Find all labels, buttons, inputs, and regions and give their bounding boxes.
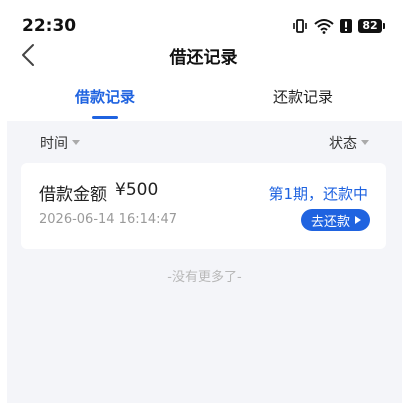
record-card[interactable]: 借款金额 ¥500 2026-06-14 16:14:47 第1期，还款中 去还…: [21, 163, 386, 249]
battery-level: 82: [358, 19, 382, 33]
alert-icon: [340, 19, 352, 33]
battery-icon: 82: [358, 19, 385, 33]
caret-down-icon: [361, 140, 369, 145]
status-filter-label: 状态: [329, 136, 357, 152]
page-title: 借还记录: [169, 48, 238, 68]
time-filter[interactable]: 时间: [40, 133, 80, 153]
status-filter[interactable]: 状态: [329, 133, 369, 153]
filter-bar: 时间 状态: [7, 121, 402, 161]
period-status: 第1期，还款中: [268, 185, 368, 203]
vibrate-icon: [293, 19, 307, 33]
status-time: 22:30: [22, 16, 77, 36]
time-filter-label: 时间: [40, 136, 68, 152]
no-more-text: -没有更多了-: [167, 270, 242, 285]
record-amount-row: 借款金额 ¥500: [39, 180, 158, 205]
nav-bar: 借还记录: [0, 34, 407, 74]
repay-button[interactable]: 去还款: [300, 209, 370, 231]
amount-value: ¥500: [115, 180, 159, 200]
battery-tip: [383, 23, 385, 29]
amount-label: 借款金额: [39, 185, 107, 205]
tab-borrow-records[interactable]: 借款记录: [75, 86, 135, 107]
play-icon: [355, 216, 361, 224]
record-date: 2026-06-14 16:14:47: [39, 212, 178, 227]
tab-bar: 借款记录 还款记录: [0, 74, 407, 121]
status-icons: 82: [292, 17, 385, 35]
tab-indicator: [92, 116, 118, 119]
status-bar: 22:30 82: [0, 0, 407, 36]
records-content: 时间 状态 借款金额 ¥500 2026-06-14 16:14:47 第1期，…: [7, 121, 402, 403]
repay-button-label: 去还款: [310, 213, 350, 229]
tab-repay-records[interactable]: 还款记录: [273, 86, 333, 107]
caret-down-icon: [72, 140, 80, 145]
wifi-icon: [314, 19, 334, 34]
